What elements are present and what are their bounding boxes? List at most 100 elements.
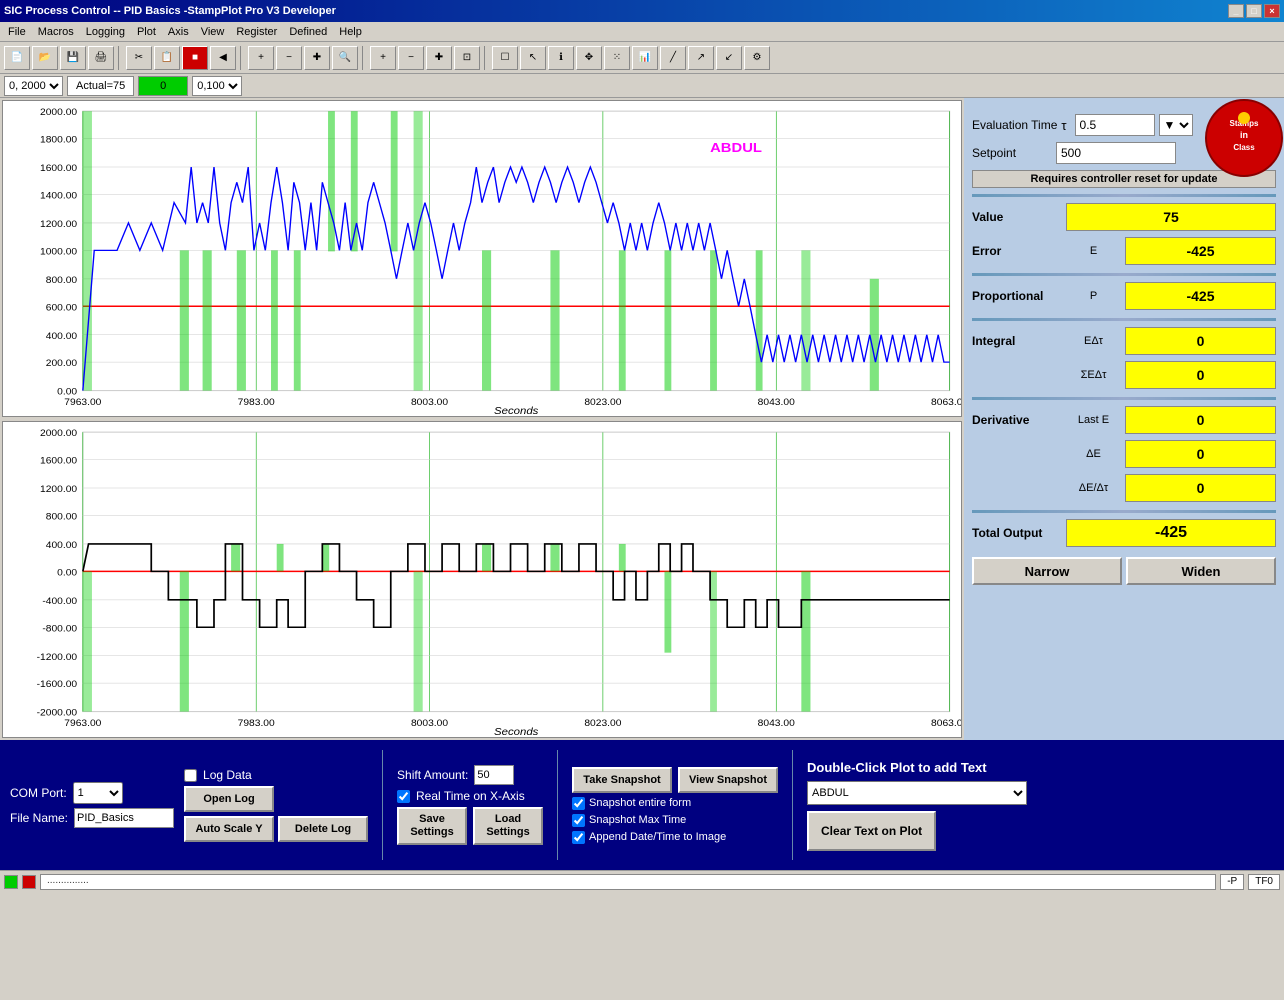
svg-text:1800.00: 1800.00 — [40, 135, 78, 145]
total-output-display: -425 — [1066, 519, 1276, 547]
svg-text:2000.00: 2000.00 — [40, 108, 78, 118]
derivative-row: Derivative Last E 0 — [972, 406, 1276, 434]
divider-bp3 — [792, 750, 793, 860]
snapshot-entire-checkbox[interactable] — [572, 797, 585, 810]
toolbar-plus2[interactable]: + — [370, 46, 396, 70]
menu-macros[interactable]: Macros — [32, 24, 80, 40]
view-snapshot-button[interactable]: View Snapshot — [678, 767, 778, 793]
toolbar-back[interactable]: ◀ — [210, 46, 236, 70]
svg-text:8023.00: 8023.00 — [584, 397, 622, 407]
eval-time-select[interactable]: ▼ — [1159, 114, 1193, 136]
svg-text:200.00: 200.00 — [46, 359, 78, 369]
save-settings-button[interactable]: Save Settings — [397, 807, 467, 845]
auto-delete-row: Auto Scale Y Delete Log — [184, 816, 368, 842]
shift-input[interactable] — [474, 765, 514, 785]
delta-e-symbol: ΔE — [1066, 448, 1121, 460]
integral-display: 0 — [1125, 327, 1276, 355]
divider-1 — [972, 194, 1276, 197]
toolbar: 📄 📂 💾 🖨 ✂ 📋 ■ ◀ + − ✚ 🔍 + − ✚ ⊡ ☐ ↖ ℹ ✥ … — [0, 42, 1284, 74]
toolbar-btn5[interactable]: ✂ — [126, 46, 152, 70]
log-data-checkbox[interactable] — [184, 769, 197, 782]
time-select[interactable]: 0,100 — [192, 76, 242, 96]
widen-button[interactable]: Widen — [1126, 557, 1276, 585]
com-port-select[interactable]: 1 — [73, 782, 123, 804]
toolbar-print[interactable]: 🖨 — [88, 46, 114, 70]
file-name-input[interactable] — [74, 808, 174, 828]
menu-plot[interactable]: Plot — [131, 24, 162, 40]
delete-log-button[interactable]: Delete Log — [278, 816, 368, 842]
toolbar-cross2[interactable]: ✚ — [426, 46, 452, 70]
realtime-checkbox[interactable] — [397, 790, 410, 803]
open-log-button[interactable]: Open Log — [184, 786, 274, 812]
minimize-button[interactable]: _ — [1228, 4, 1244, 18]
total-output-label: Total Output — [972, 526, 1062, 540]
toolbar-zoom[interactable]: 🔍 — [332, 46, 358, 70]
menu-logging[interactable]: Logging — [80, 24, 131, 40]
shift-label: Shift Amount: — [397, 768, 468, 782]
toolbar-save[interactable]: 💾 — [60, 46, 86, 70]
status-bar: ............... -P TF0 — [0, 870, 1284, 892]
toolbar-minus[interactable]: − — [276, 46, 302, 70]
toolbar-dots[interactable]: ⁙ — [604, 46, 630, 70]
toolbar-btn6[interactable]: 📋 — [154, 46, 180, 70]
load-settings-button[interactable]: Load Settings — [473, 807, 543, 845]
menu-view[interactable]: View — [195, 24, 231, 40]
toolbar-minus2[interactable]: − — [398, 46, 424, 70]
svg-text:1400.00: 1400.00 — [40, 191, 78, 201]
toolbar-new[interactable]: 📄 — [4, 46, 30, 70]
take-snapshot-button[interactable]: Take Snapshot — [572, 767, 672, 793]
svg-text:in: in — [1240, 130, 1248, 140]
eval-time-input[interactable] — [1075, 114, 1155, 136]
integral-row: Integral EΔτ 0 — [972, 327, 1276, 355]
close-button[interactable]: × — [1264, 4, 1280, 18]
app-title: SIC Process Control -- PID Basics -Stamp… — [4, 5, 336, 17]
svg-text:-2000.00: -2000.00 — [37, 708, 78, 718]
svg-text:7963.00: 7963.00 — [64, 718, 102, 728]
svg-text:7983.00: 7983.00 — [238, 397, 276, 407]
maximize-button[interactable]: □ — [1246, 4, 1262, 18]
divider-3 — [972, 318, 1276, 321]
clear-text-button[interactable]: Clear Text on Plot — [807, 811, 936, 851]
range-select[interactable]: 0, 2000 — [4, 76, 63, 96]
error-display: -425 — [1125, 237, 1276, 265]
toolbar-cross[interactable]: ✚ — [304, 46, 330, 70]
menu-file[interactable]: File — [2, 24, 32, 40]
tau-symbol: τ — [1061, 118, 1066, 133]
menu-axis[interactable]: Axis — [162, 24, 195, 40]
svg-text:8063.00: 8063.00 — [931, 397, 961, 407]
toolbar-import[interactable]: ↙ — [716, 46, 742, 70]
toolbar-open[interactable]: 📂 — [32, 46, 58, 70]
setpoint-input[interactable] — [1056, 142, 1176, 164]
toolbar-export[interactable]: ↗ — [688, 46, 714, 70]
integral-sum-row: ΣEΔτ 0 — [972, 361, 1276, 389]
bottom-chart-container: 2000.00 1600.00 1200.00 800.00 400.00 0.… — [2, 421, 962, 738]
bottom-chart-svg: 2000.00 1600.00 1200.00 800.00 400.00 0.… — [3, 422, 961, 737]
snapshot-entire-label: Snapshot entire form — [589, 797, 691, 809]
e-symbol: E — [1066, 245, 1121, 257]
toolbar-settings[interactable]: ⚙ — [744, 46, 770, 70]
toolbar-select[interactable]: ☐ — [492, 46, 518, 70]
toolbar-plus[interactable]: + — [248, 46, 274, 70]
menu-defined[interactable]: Defined — [283, 24, 333, 40]
toolbar-fit[interactable]: ⊡ — [454, 46, 480, 70]
toolbar-graph[interactable]: 📊 — [632, 46, 658, 70]
svg-text:8063.00: 8063.00 — [931, 718, 961, 728]
auto-scale-button[interactable]: Auto Scale Y — [184, 816, 274, 842]
svg-text:8043.00: 8043.00 — [758, 718, 796, 728]
svg-text:1200.00: 1200.00 — [40, 219, 78, 229]
shift-row: Shift Amount: — [397, 765, 543, 785]
narrow-button[interactable]: Narrow — [972, 557, 1122, 585]
menu-register[interactable]: Register — [230, 24, 283, 40]
toolbar-line[interactable]: ╱ — [660, 46, 686, 70]
snapshot-max-checkbox[interactable] — [572, 814, 585, 827]
integral-label: Integral — [972, 334, 1062, 348]
menu-help[interactable]: Help — [333, 24, 368, 40]
text-select[interactable]: ABDUL — [807, 781, 1027, 805]
toolbar-move[interactable]: ✥ — [576, 46, 602, 70]
toolbar-cursor[interactable]: ↖ — [520, 46, 546, 70]
toolbar-info[interactable]: ℹ — [548, 46, 574, 70]
append-date-checkbox[interactable] — [572, 831, 585, 844]
toolbar-stop[interactable]: ■ — [182, 46, 208, 70]
proportional-row: Proportional P -425 — [972, 282, 1276, 310]
shift-section: Shift Amount: Real Time on X-Axis Save S… — [397, 765, 543, 845]
